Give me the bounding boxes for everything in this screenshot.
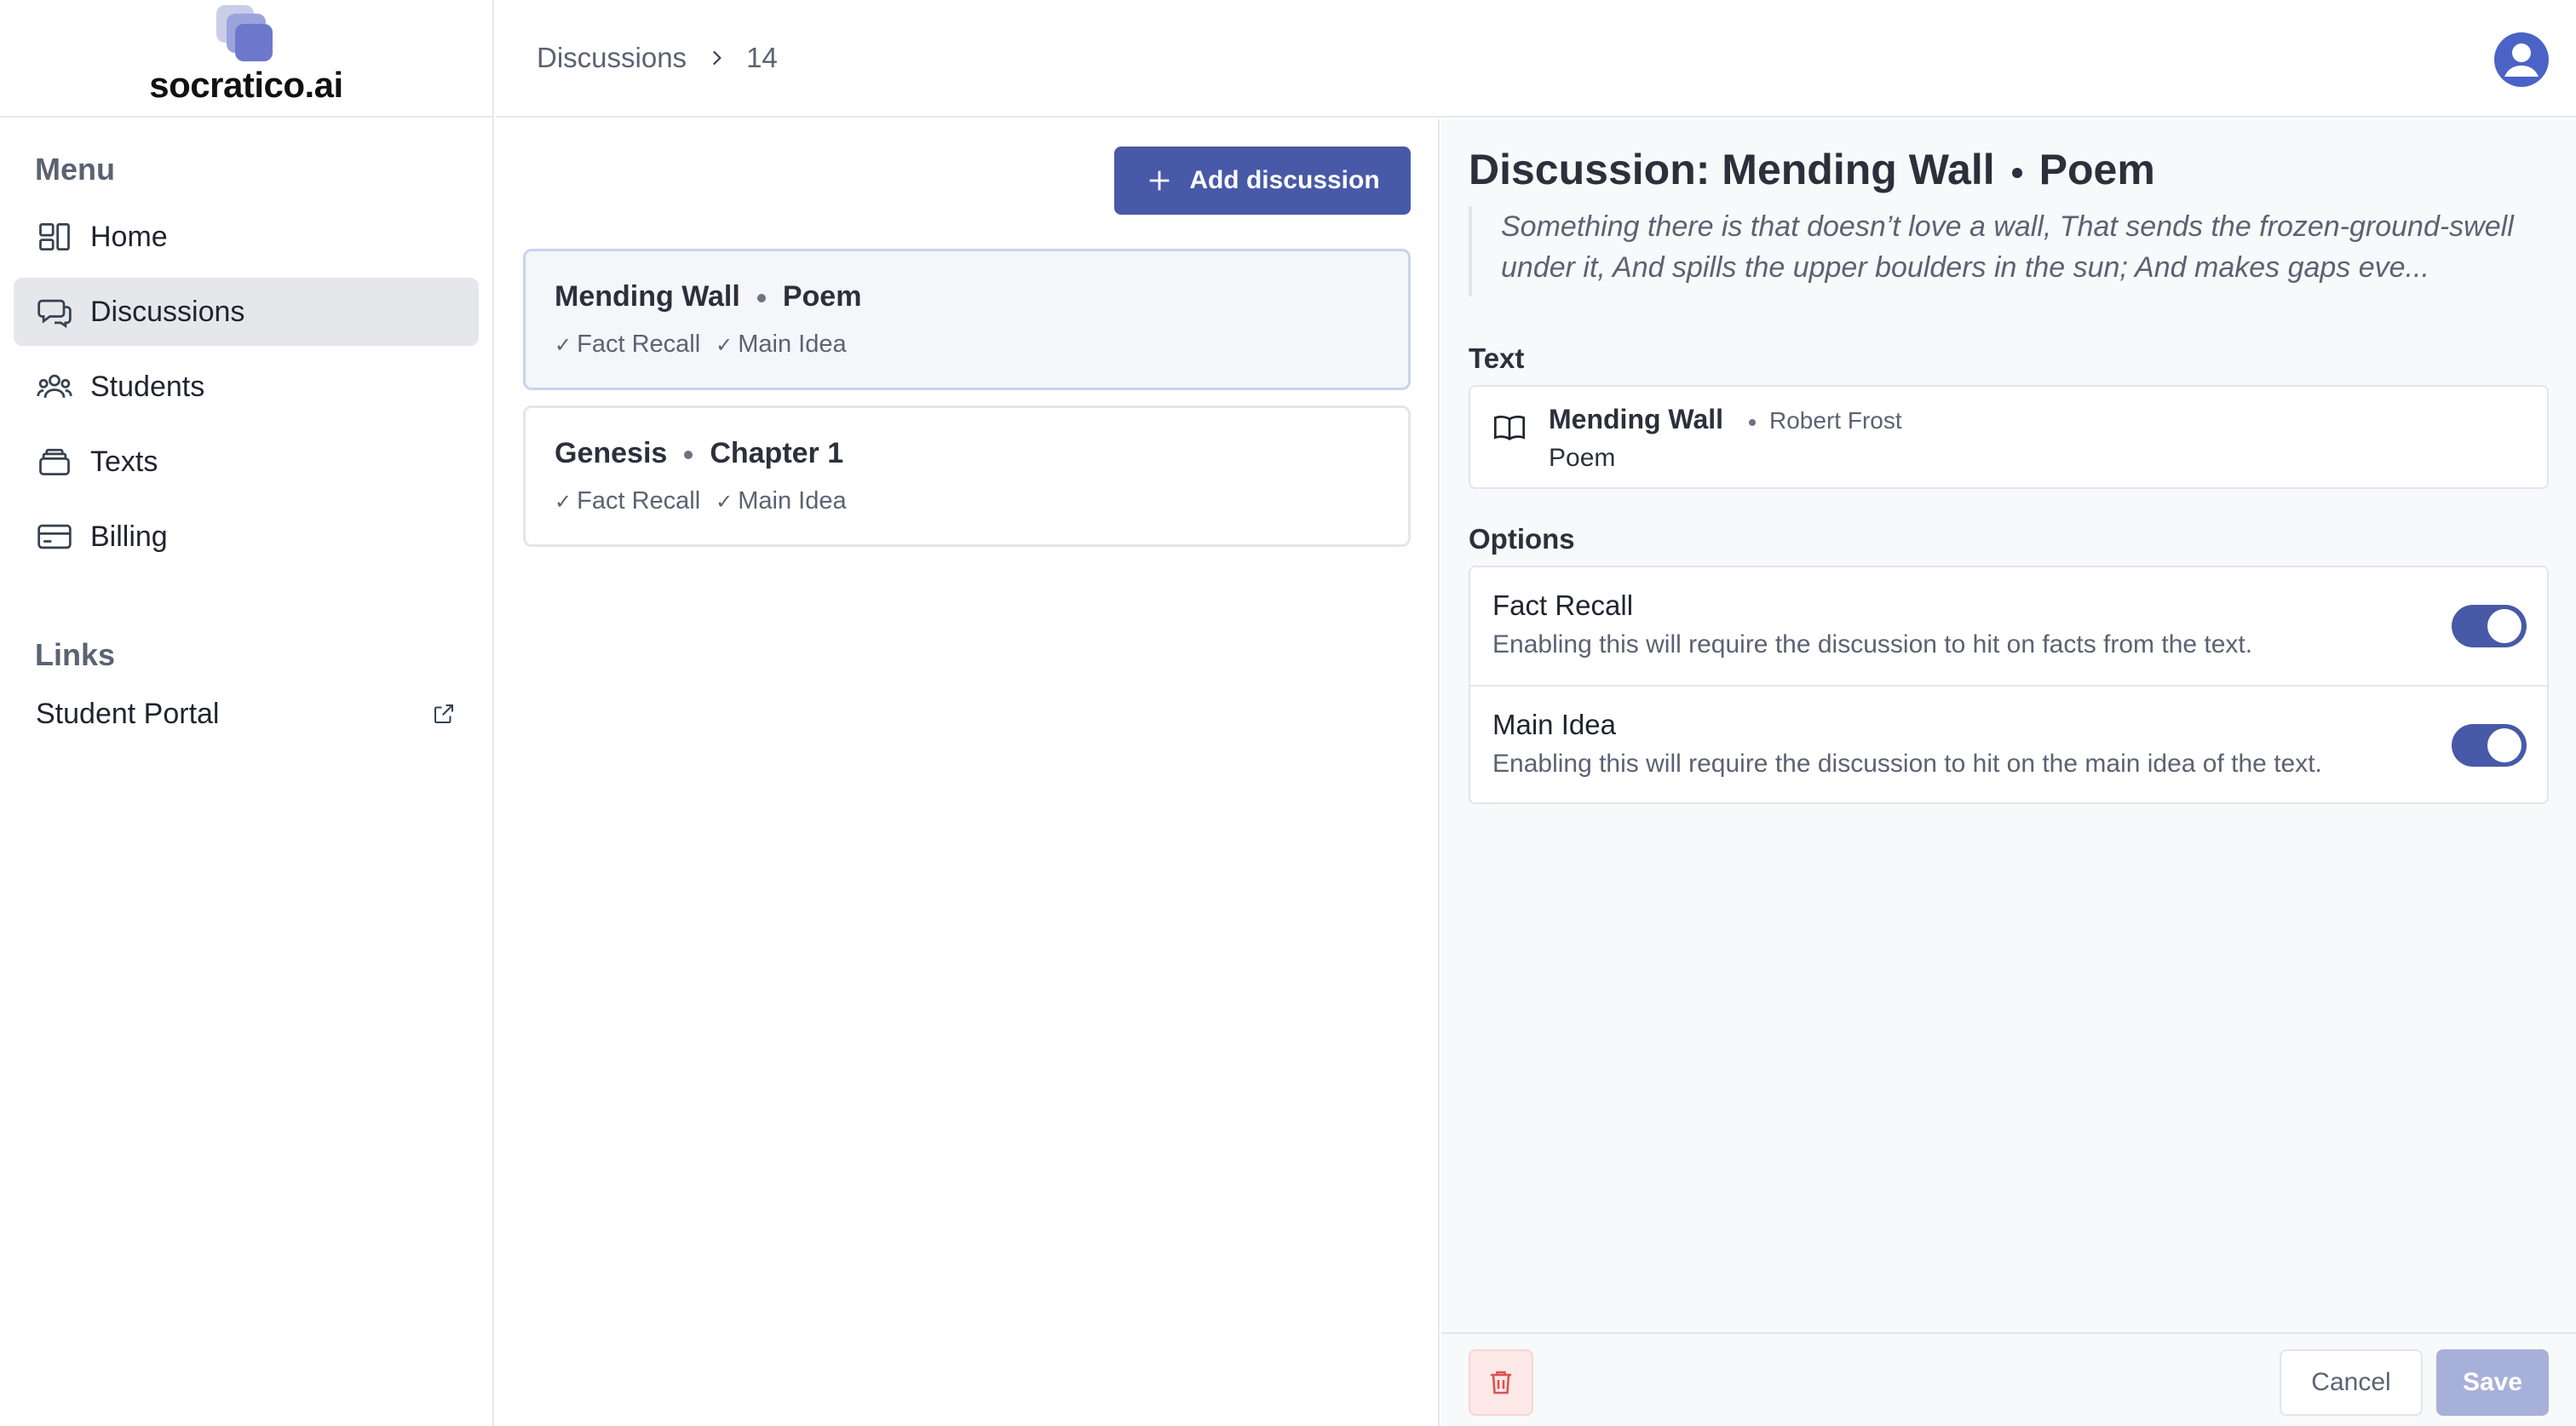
fact-recall-toggle[interactable]: [2452, 605, 2527, 647]
breadcrumb-discussions[interactable]: Discussions: [537, 42, 687, 74]
option-description: Enabling this will require the discussio…: [1492, 750, 2322, 778]
tag-fact-recall: ✓ Fact Recall: [555, 487, 701, 515]
text-title: Mending Wall Robert Frost: [1549, 404, 1902, 434]
sidebar-item-label: Billing: [90, 520, 168, 553]
sidebar-item-billing[interactable]: Billing: [14, 503, 479, 571]
sidebar-item-label: Home: [90, 220, 168, 253]
link-label: Student Portal: [36, 697, 220, 730]
book-open-icon: [1494, 415, 1525, 440]
check-icon: ✓: [555, 334, 572, 357]
users-icon: [37, 374, 72, 398]
credit-card-icon: [37, 524, 72, 549]
check-icon: ✓: [716, 491, 733, 514]
student-portal-link[interactable]: Student Portal: [14, 688, 479, 739]
cancel-button[interactable]: Cancel: [2280, 1349, 2423, 1416]
archive-icon: [39, 448, 70, 476]
links-title: Links: [35, 637, 116, 672]
option-title: Main Idea: [1492, 709, 1616, 740]
discussion-detail-pane: Discussion: Mending Wall Poem Something t…: [1441, 119, 2576, 1426]
option-description: Enabling this will require the discussio…: [1492, 630, 2253, 658]
option-title: Fact Recall: [1492, 589, 1634, 621]
add-discussion-button[interactable]: Add discussion: [1114, 147, 1411, 215]
text-type: Poem: [1549, 444, 1616, 472]
logo-mark-icon: [216, 5, 276, 61]
sidebar-item-texts[interactable]: Texts: [14, 428, 479, 496]
sidebar-item-discussions[interactable]: Discussions: [14, 278, 479, 346]
home-icon: [39, 222, 70, 251]
discussion-card-mending-wall[interactable]: Mending Wall Poem ✓ Fact Recall ✓ Main Idea: [523, 249, 1411, 390]
tag-main-idea: ✓ Main Idea: [716, 487, 847, 515]
sidebar-item-label: Texts: [90, 445, 158, 478]
menu-section: Menu Home Discussions Students Texts Bil…: [0, 118, 492, 571]
tag-main-idea: ✓ Main Idea: [716, 331, 847, 358]
discussion-list-pane: Add discussion Mending Wall Poem ✓ Fact Re…: [496, 119, 1440, 1426]
links-section: Links Student Portal: [0, 578, 492, 739]
detail-footer: Cancel Save: [1441, 1332, 2576, 1426]
avatar[interactable]: [2494, 32, 2549, 87]
discussion-title: Mending Wall Poem: [555, 280, 862, 313]
discussion-tags: ✓ Fact Recall ✓ Main Idea: [555, 487, 1379, 515]
trash-icon: [1491, 1371, 1511, 1394]
sidebar-item-label: Discussions: [90, 295, 245, 328]
discussion-title: Genesis Chapter 1: [555, 437, 844, 469]
top-bar: Discussions 14: [496, 0, 2576, 118]
chevron-right-icon: [713, 50, 722, 66]
user-icon: [2496, 34, 2547, 85]
chat-icon: [37, 299, 72, 329]
option-fact-recall: Fact Recall Enabling this will require t…: [1470, 567, 2547, 685]
check-icon: ✓: [555, 491, 572, 514]
text-section-label: Text: [1469, 342, 1525, 374]
logo[interactable]: socratico.ai: [0, 0, 492, 118]
sidebar-item-label: Students: [90, 370, 205, 403]
text-card[interactable]: Mending Wall Robert Frost Poem: [1469, 385, 2549, 489]
main-idea-toggle[interactable]: [2452, 724, 2527, 767]
tag-fact-recall: ✓ Fact Recall: [555, 331, 701, 358]
brand-name: socratico.ai: [149, 65, 343, 105]
text-author: Robert Frost: [1769, 407, 1902, 434]
option-main-idea: Main Idea Enabling this will require the…: [1470, 685, 2547, 802]
sidebar: socratico.ai Menu Home Discussions Stude…: [0, 0, 494, 1426]
sidebar-item-students[interactable]: Students: [14, 353, 479, 421]
options-card: Fact Recall Enabling this will require t…: [1469, 566, 2549, 804]
text-excerpt: Something there is that doesn’t love a w…: [1469, 206, 2567, 296]
detail-title: Discussion: Mending Wall Poem: [1469, 146, 2155, 193]
plus-icon: [1149, 170, 1170, 191]
discussion-card-genesis[interactable]: Genesis Chapter 1 ✓ Fact Recall ✓ Main Idea: [523, 405, 1411, 547]
check-icon: ✓: [716, 334, 733, 357]
external-link-icon: [434, 704, 453, 723]
delete-button[interactable]: [1469, 1349, 1533, 1416]
options-section-label: Options: [1469, 523, 1575, 555]
breadcrumb-id: 14: [746, 42, 778, 73]
discussion-tags: ✓ Fact Recall ✓ Main Idea: [555, 331, 1379, 359]
sidebar-item-home[interactable]: Home: [14, 203, 479, 271]
save-button[interactable]: Save: [2436, 1349, 2549, 1416]
add-discussion-label: Add discussion: [1189, 166, 1380, 194]
menu-title: Menu: [35, 152, 115, 187]
